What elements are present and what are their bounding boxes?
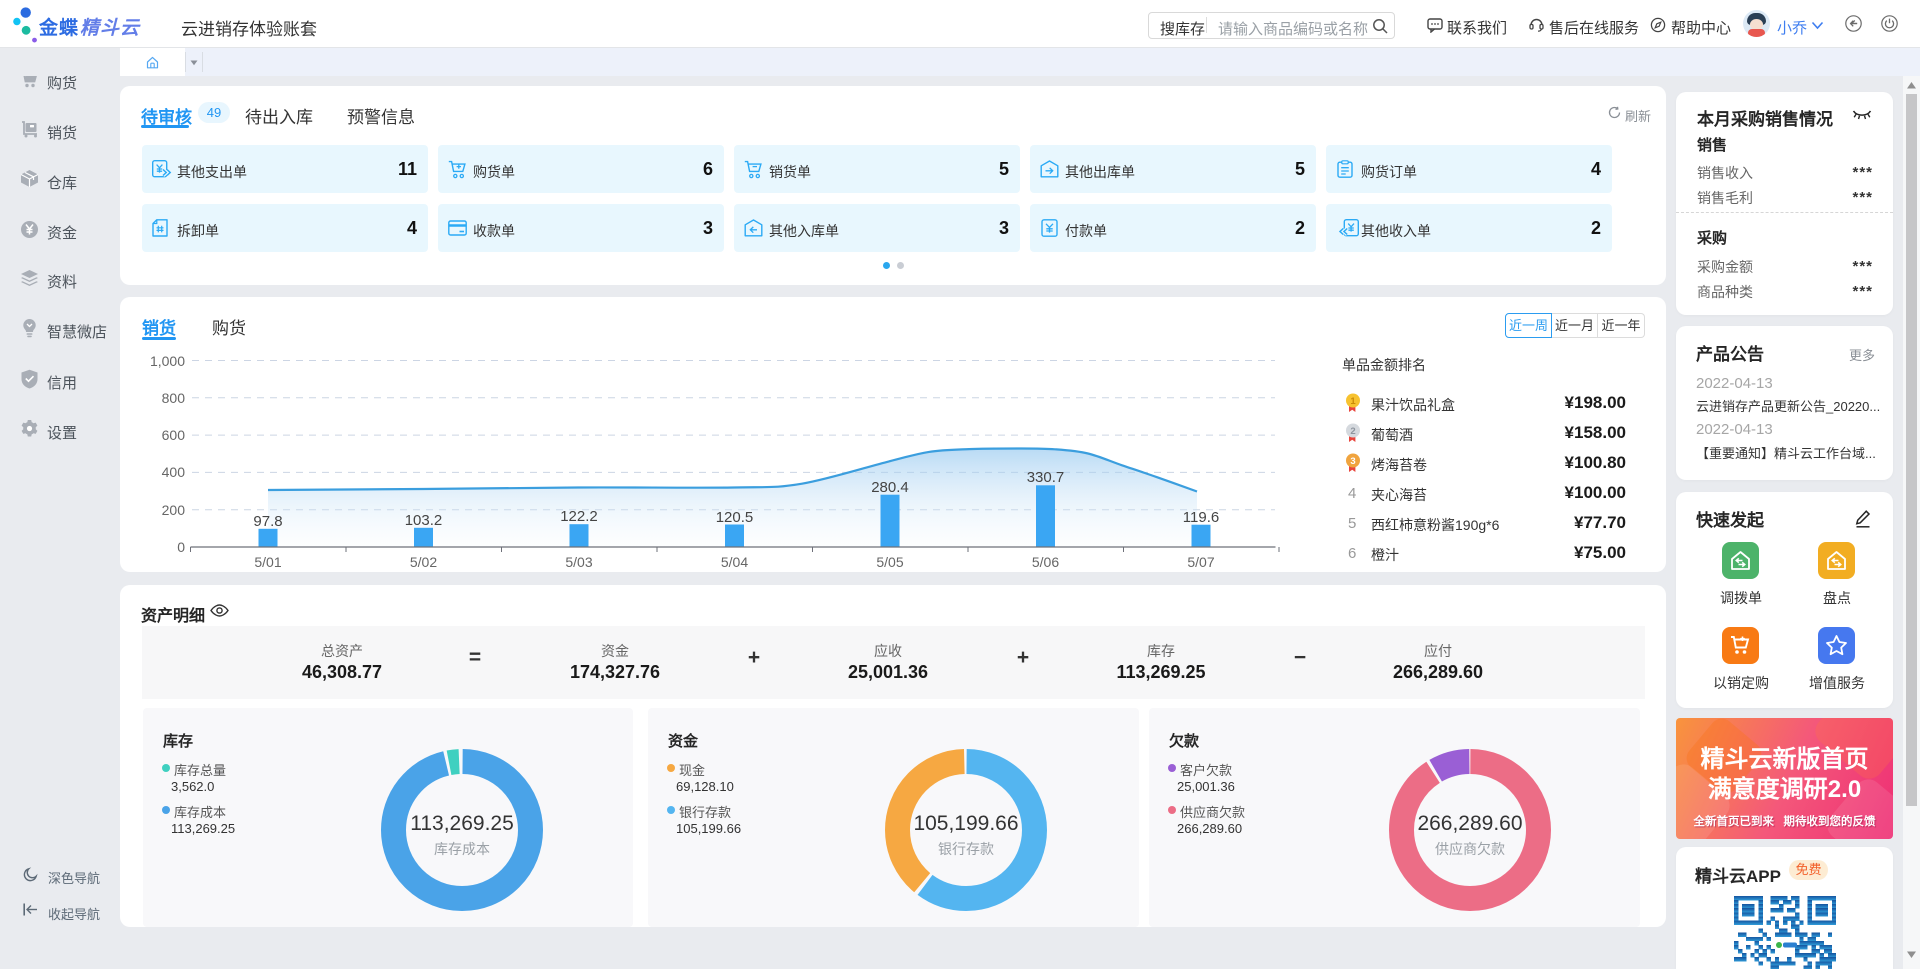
svg-text:3: 3	[1350, 456, 1355, 467]
svg-text:1: 1	[1350, 396, 1356, 407]
svg-text:2: 2	[1350, 426, 1355, 437]
